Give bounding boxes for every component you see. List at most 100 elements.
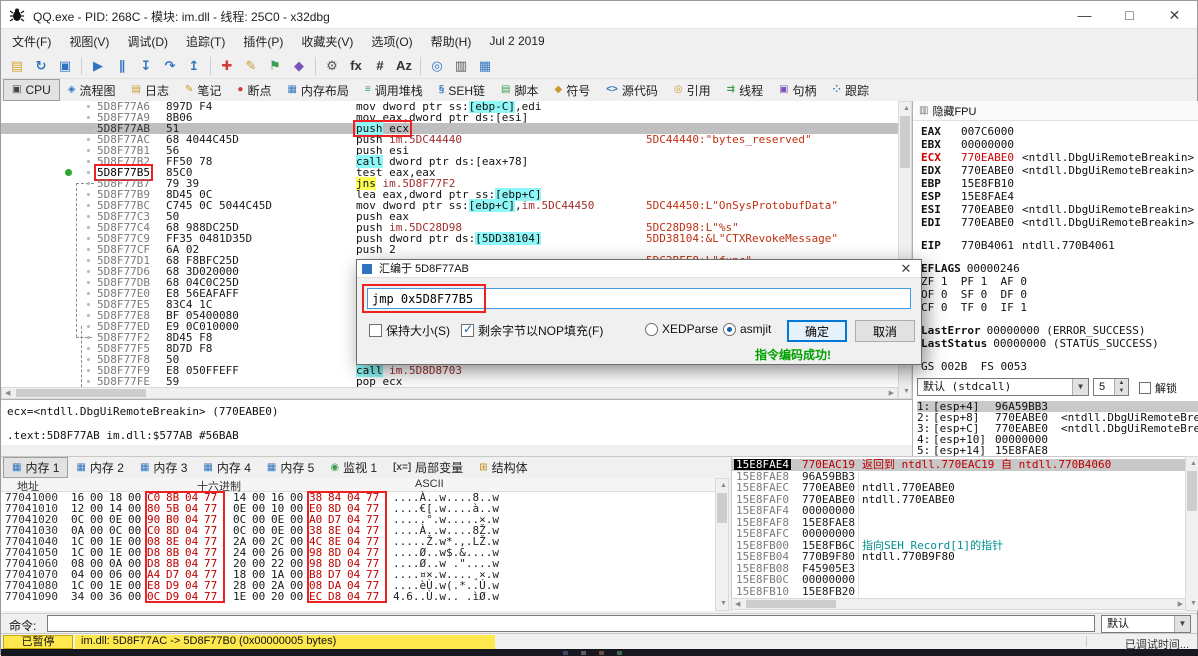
menu-item[interactable]: 选项(O): [362, 30, 421, 53]
toolbar-bookmark-button[interactable]: ◆: [288, 56, 310, 76]
tab-cpu[interactable]: ▣CPU: [3, 79, 60, 101]
menu-item[interactable]: 插件(P): [234, 30, 292, 53]
tab-notes[interactable]: ✎笔记: [177, 79, 229, 101]
register-line[interactable]: EFLAGS00000246: [921, 262, 1197, 275]
toolbar-case-button[interactable]: Az: [393, 56, 415, 76]
stack-row[interactable]: 15E8FB08F45905E3: [732, 563, 1187, 575]
tab-memory-2[interactable]: ▦内存 2: [68, 457, 131, 478]
scroll-right-arrow[interactable]: ▶: [1178, 601, 1183, 608]
register-line[interactable]: ZF 1 PF 1 AF 0: [921, 275, 1197, 288]
toolbar-patch-button[interactable]: ✚: [216, 56, 238, 76]
tab-locals[interactable]: [x=]局部变量: [385, 457, 471, 478]
menu-item[interactable]: 调试(D): [118, 30, 177, 53]
scroll-down-arrow[interactable]: ▼: [903, 388, 910, 395]
tab-script[interactable]: ▤脚本: [493, 79, 546, 101]
menu-item[interactable]: 收藏夹(V): [292, 30, 362, 53]
stack-row[interactable]: 15E8FAF0770EABE0ntdll.770EABE0: [732, 494, 1187, 506]
menu-item-date[interactable]: Jul 2 2019: [480, 31, 553, 51]
menu-item[interactable]: 帮助(H): [422, 30, 481, 53]
register-line[interactable]: GS 002B FS 0053: [921, 360, 1197, 373]
chevron-down-icon[interactable]: ▼: [1174, 616, 1190, 632]
register-line[interactable]: EIP770B4061ntdll.770B4061: [921, 239, 1197, 252]
toolbar-pause-button[interactable]: ∥: [111, 56, 133, 76]
toolbar-execute-till-return-button[interactable]: ↥: [183, 56, 205, 76]
dump-vertical-scrollbar[interactable]: ▲ ▼: [715, 478, 729, 611]
taskbar-icon[interactable]: [599, 651, 604, 655]
stack-view[interactable]: 15E8FAE4770EAC19返回到 ntdll.770EAC19 自 ntd…: [731, 456, 1187, 611]
register-line[interactable]: OF 0 SF 0 DF 0: [921, 288, 1197, 301]
taskbar-icon[interactable]: [581, 651, 586, 655]
stack-row[interactable]: 15E8FAEC770EABE0ntdll.770EABE0: [732, 482, 1187, 494]
toolbar-settings-button[interactable]: ⚙: [321, 56, 343, 76]
xedparse-radio[interactable]: [645, 323, 658, 336]
xedparse-option[interactable]: XEDParse: [645, 322, 718, 336]
tab-struct[interactable]: ⊞结构体: [471, 457, 535, 478]
register-line[interactable]: LastStatus00000000 (STATUS_SUCCESS): [921, 337, 1197, 350]
disasm-horizontal-scrollbar[interactable]: ◀ ▶: [1, 387, 898, 399]
register-line[interactable]: ESI770EABE0<ntdll.DbgUiRemoteBreakin>: [921, 203, 1197, 216]
register-line[interactable]: EDX770EABE0<ntdll.DbgUiRemoteBreakin>: [921, 164, 1197, 177]
maximize-button[interactable]: □: [1107, 1, 1152, 29]
scroll-left-arrow[interactable]: ◀: [735, 601, 740, 608]
tab-call-stack[interactable]: ≡调用堆栈: [357, 79, 431, 101]
minimize-button[interactable]: —: [1062, 1, 1107, 29]
scroll-up-arrow[interactable]: ▲: [903, 105, 910, 112]
register-line[interactable]: ESP15E8FAE4: [921, 190, 1197, 203]
breakpoint-dot[interactable]: [65, 169, 72, 176]
keep-size-option[interactable]: 保持大小(S): [369, 322, 450, 339]
command-input[interactable]: [47, 615, 1095, 632]
tab-memory-map[interactable]: ▦内存布局: [279, 79, 356, 101]
toolbar-display-button[interactable]: ▦: [474, 56, 496, 76]
toolbar-label-button[interactable]: ⚑: [264, 56, 286, 76]
ok-button[interactable]: 确定: [787, 320, 847, 342]
toolbar-step-into-button[interactable]: ↧: [135, 56, 157, 76]
toolbar-book-button[interactable]: ▥: [450, 56, 472, 76]
tab-log[interactable]: ▤日志: [124, 79, 177, 101]
assemble-instruction-input[interactable]: [367, 288, 911, 309]
register-line[interactable]: LastError00000000 (ERROR_SUCCESS): [921, 324, 1197, 337]
argument-row[interactable]: 4:[esp+10]00000000: [917, 434, 1198, 445]
tab-threads[interactable]: ⇉线程: [719, 79, 771, 101]
command-profile-select[interactable]: 默认 ▼: [1101, 615, 1191, 633]
register-line[interactable]: EBX00000000: [921, 138, 1197, 151]
register-line[interactable]: ECX770EABE0<ntdll.DbgUiRemoteBreakin>: [921, 151, 1197, 164]
toolbar-function-button[interactable]: fx: [345, 56, 367, 76]
calling-convention-select[interactable]: 默认 (stdcall) ▼: [917, 378, 1089, 396]
tab-memory-5[interactable]: ▦内存 5: [259, 457, 322, 478]
argument-row[interactable]: 2:[esp+8]770EABE0<ntdll.DbgUiRemoteBreak…: [917, 412, 1198, 423]
tab-symbols[interactable]: ◆符号: [547, 79, 599, 101]
stack-row[interactable]: 15E8FAF400000000: [732, 505, 1187, 517]
stack-row[interactable]: 15E8FB0015E8FB6C指向SEH_Record[1]的指针: [732, 540, 1187, 552]
asmjit-radio[interactable]: [723, 323, 736, 336]
chevron-down-icon[interactable]: ▼: [1072, 379, 1088, 395]
scroll-thumb[interactable]: [900, 116, 910, 168]
scroll-up-arrow[interactable]: ▲: [1190, 460, 1197, 467]
disasm-row[interactable]: 5D8F77FE59pop ecx: [1, 376, 898, 387]
memory-dump-view[interactable]: 地址 十六进制 ASCII 7704100016001800C08B047714…: [1, 478, 715, 611]
asmjit-option[interactable]: asmjit: [723, 322, 771, 336]
unlock-checkbox-row[interactable]: 解锁: [1139, 380, 1177, 396]
tab-memory-4[interactable]: ▦内存 4: [195, 457, 258, 478]
scroll-thumb[interactable]: [16, 389, 146, 397]
stack-row[interactable]: 15E8FB1015E8FB20: [732, 586, 1187, 598]
nop-fill-checkbox[interactable]: [461, 324, 474, 337]
toolbar-hash-button[interactable]: #: [369, 56, 391, 76]
dialog-close-icon[interactable]: ✕: [891, 260, 921, 278]
argument-count-spinner[interactable]: 5 ▲▼: [1093, 378, 1129, 396]
dialog-titlebar[interactable]: 汇编于 5D8F77AB ✕: [357, 260, 921, 278]
menu-item[interactable]: 视图(V): [60, 30, 118, 53]
toolbar-comment-button[interactable]: ✎: [240, 56, 262, 76]
close-button[interactable]: ✕: [1152, 1, 1197, 29]
toolbar-close-button[interactable]: ▣: [54, 56, 76, 76]
scroll-thumb[interactable]: [717, 493, 727, 523]
tab-memory-3[interactable]: ▦内存 3: [132, 457, 195, 478]
stack-row[interactable]: 15E8FAE4770EAC19返回到 ntdll.770EAC19 自 ntd…: [732, 459, 1187, 471]
tab-memory-1[interactable]: ▦内存 1: [3, 457, 68, 478]
tab-seh-chain[interactable]: §SEH链: [431, 79, 493, 101]
toolbar-strings-button[interactable]: ◎: [426, 56, 448, 76]
stack-row[interactable]: 15E8FB04770B9F80ntdll.770B9F80: [732, 551, 1187, 563]
scroll-thumb[interactable]: [746, 600, 836, 608]
tab-references[interactable]: ◎引用: [666, 79, 719, 101]
argument-row[interactable]: 3:[esp+C]770EABE0<ntdll.DbgUiRemoteBreak…: [917, 423, 1198, 434]
scroll-up-arrow[interactable]: ▲: [720, 482, 727, 489]
